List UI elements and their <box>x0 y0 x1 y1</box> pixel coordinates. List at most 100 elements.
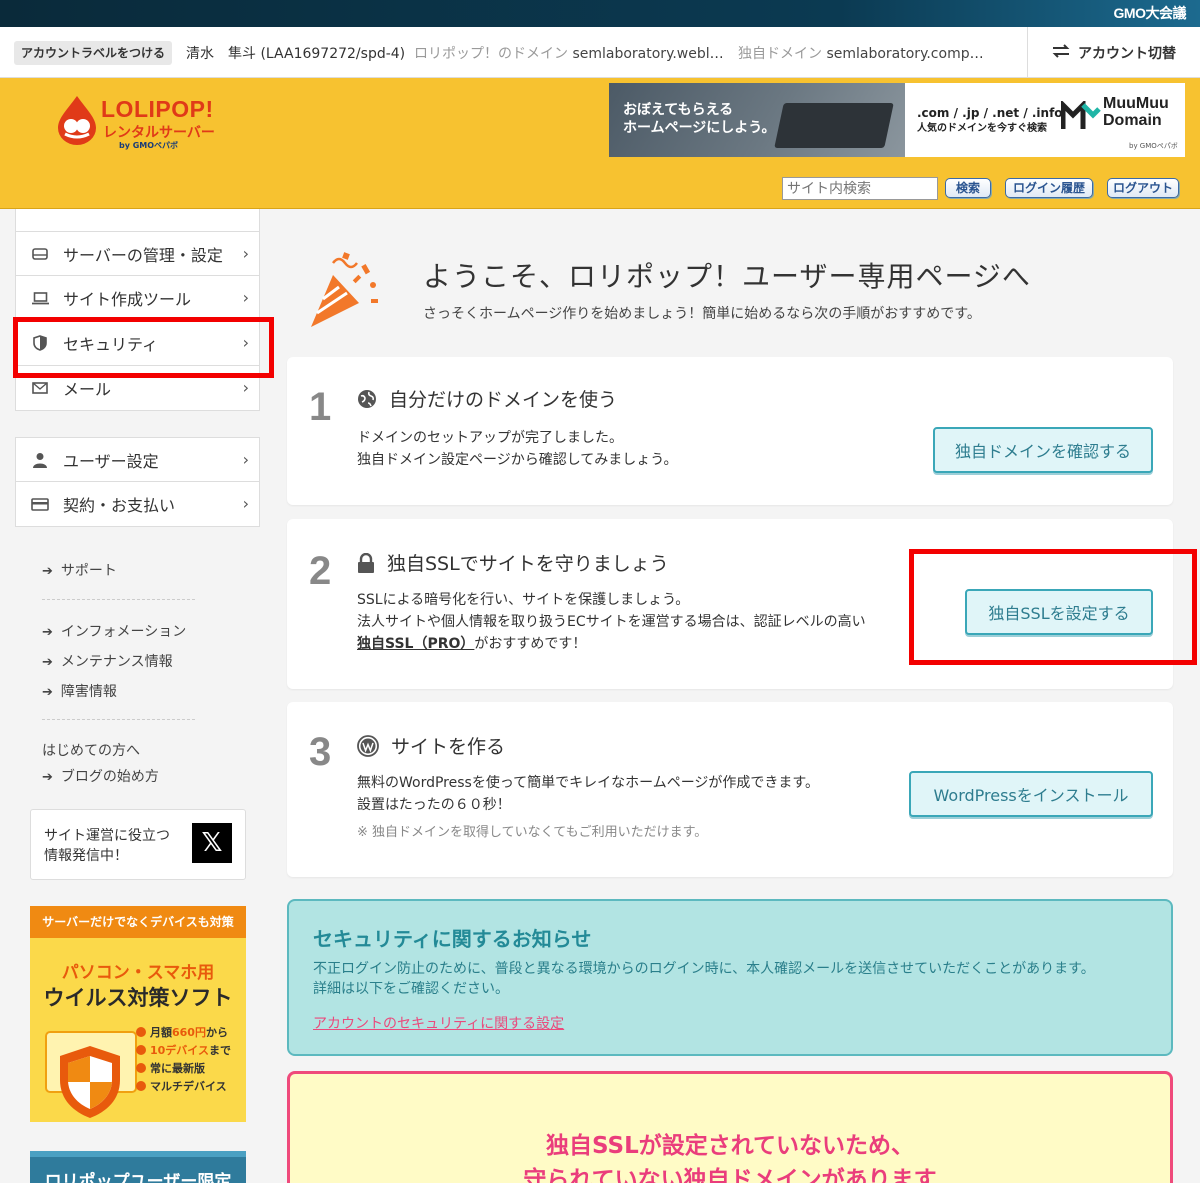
search-button[interactable]: 検索 <box>945 178 991 198</box>
party-popper-icon <box>311 252 378 327</box>
ad-top-text: サーバーだけでなくデバイスも対策 <box>30 906 246 938</box>
step-number: 1 <box>309 385 332 429</box>
laptop-icon <box>31 289 49 307</box>
x-follow-box[interactable]: サイト運営に役立つ 情報発信中！ 𝕏 <box>30 809 246 880</box>
site-search-input[interactable] <box>782 177 938 200</box>
step-title-text: 自分だけのドメインを使う <box>389 389 618 411</box>
install-wordpress-label: WordPressをインストール <box>933 786 1129 805</box>
user-icon <box>31 451 49 469</box>
chevron-right-icon: › <box>242 333 249 352</box>
account-name: 清水 隼斗 (LAA1697272/spd-4) <box>186 46 406 62</box>
search-button-label: 検索 <box>955 181 980 195</box>
sidebar-item-security[interactable]: セキュリティ › <box>15 321 260 366</box>
banner-photo-text: おぼえてもらえる ホームページにしよう。 <box>623 102 776 136</box>
sidebar-item-mail[interactable]: メール › <box>15 366 260 411</box>
arrow-right-icon: ➔ <box>42 564 53 579</box>
step-number: 3 <box>309 730 332 774</box>
lolipop-drop-icon <box>58 96 96 145</box>
arrow-right-icon: ➔ <box>42 770 53 785</box>
lolipop-user-ad-banner[interactable]: ロリポップユーザー限定 <box>30 1151 246 1183</box>
sidebar-link-blog[interactable]: ➔ ブログの始め方 <box>42 766 159 786</box>
chevron-right-icon: › <box>242 378 249 397</box>
wordpress-icon <box>357 734 379 757</box>
own-domain-value: semlaboratory.compa… <box>826 46 988 62</box>
step-title-text: 独自SSLでサイトを守りましょう <box>387 553 669 575</box>
sidebar-link-maintenance[interactable]: ➔ メンテナンス情報 <box>42 651 173 671</box>
sidebar-item-server[interactable]: サーバーの管理・設定 › <box>15 231 260 276</box>
chevron-right-icon: › <box>242 494 249 513</box>
sidebar-item-label: サイト作成ツール <box>63 290 192 309</box>
sidebar-item-billing[interactable]: 契約・お支払い › <box>15 482 260 527</box>
sidebar-divider <box>42 719 195 720</box>
step-number: 2 <box>309 549 332 593</box>
gmo-top-bar: GMO大会議 <box>0 0 1200 27</box>
header: LOLIPOP! レンタルサーバー by GMOペパボ おぼえてもらえる ホーム… <box>0 78 1200 209</box>
banner-mid-text: .com / .jp / .net / .info 人気のドメインを今すぐ検索 <box>917 106 1063 134</box>
own-domain: 独自ドメイン semlaboratory.compa… <box>738 43 988 63</box>
switch-arrows-icon <box>1052 43 1070 62</box>
x-logo-icon: 𝕏 <box>192 823 232 863</box>
sidebar-link-incidents[interactable]: ➔ 障害情報 <box>42 681 117 701</box>
sidebar-item-label: サーバーの管理・設定 <box>63 245 223 265</box>
account-switch-label: アカウント切替 <box>1078 45 1176 62</box>
muumuu-domain-banner[interactable]: おぼえてもらえる ホームページにしよう。 .com / .jp / .net /… <box>609 83 1185 157</box>
sidebar-item-label: メール <box>63 380 112 399</box>
step-note: ※ 独自ドメインを取得していなくてもご利用いただけます。 <box>357 825 708 840</box>
page-subtitle: さっそくホームページ作りを始めましょう！簡単に始めるなら次の手順がおすすめです。 <box>423 306 981 322</box>
muumuu-brand-text: MuuMuu Domain <box>1103 95 1169 129</box>
ssl-warning-line2: 守られていない独自ドメインがあります <box>523 1167 937 1183</box>
logo-sub-text: レンタルサーバー <box>103 125 215 141</box>
antivirus-ad-banner[interactable]: サーバーだけでなくデバイスも対策 パソコン・スマホ用 ウイルス対策ソフト 月額6… <box>30 906 246 1122</box>
ssl-warning-box: 独自SSLが設定されていないため、 守られていない独自ドメインがあります <box>287 1071 1173 1183</box>
set-ssl-button[interactable]: 独自SSLを設定する <box>965 589 1153 635</box>
logout-button[interactable]: ログアウト <box>1107 178 1179 198</box>
chevron-right-icon: › <box>242 450 249 469</box>
ssl-pro-link[interactable]: 独自SSL（PRO） <box>357 636 474 652</box>
logo-main-text: LOLIPOP! <box>101 96 214 122</box>
arrow-right-icon: ➔ <box>42 655 53 670</box>
server-icon <box>31 245 49 263</box>
account-label-button[interactable]: アカウントラベルをつける <box>14 41 173 65</box>
lock-icon <box>358 552 374 573</box>
security-notice-text: 不正ログイン防止のために、普段と異なる環境からのログイン時に、本人確認メールを送… <box>313 961 1095 997</box>
login-history-label: ログイン履歴 <box>1012 181 1085 195</box>
page-title: ようこそ、ロリポップ！ユーザー専用ページへ <box>423 260 1031 293</box>
install-wordpress-button[interactable]: WordPressをインストール <box>909 771 1153 817</box>
muumuu-by-text: by GMOペパボ <box>1129 142 1178 150</box>
sidebar-link-information[interactable]: ➔ インフォメーション <box>42 621 186 641</box>
sidebar: サーバーの管理・設定 › サイト作成ツール › セキュリティ › メール › ユ… <box>0 209 274 1183</box>
sidebar-beginner-heading: はじめての方へ <box>42 743 140 759</box>
login-history-button[interactable]: ログイン履歴 <box>1005 178 1093 198</box>
mail-icon <box>31 379 49 397</box>
arrow-right-icon: ➔ <box>42 685 53 700</box>
globe-icon <box>358 389 376 408</box>
account-security-link[interactable]: アカウントのセキュリティに関する設定 <box>313 1013 564 1033</box>
sidebar-link-support[interactable]: ➔ サポート <box>42 560 117 580</box>
main-content: ようこそ、ロリポップ！ユーザー専用ページへ さっそくホームページ作りを始めましょ… <box>273 209 1200 1183</box>
step-title: サイトを作る <box>357 732 505 759</box>
sidebar-item-site-tools[interactable]: サイト作成ツール › <box>15 276 260 321</box>
logout-label: ログアウト <box>1112 181 1173 195</box>
antivirus-shield-icon <box>45 1031 137 1118</box>
step-card-3: 3 サイトを作る 無料のWordPressを使って簡単でキレイなホームページが作… <box>287 702 1173 877</box>
account-switch-button[interactable]: アカウント切替 <box>1027 27 1200 78</box>
logo-by-text: by GMOペパボ <box>119 141 179 150</box>
sidebar-item-user-settings[interactable]: ユーザー設定 › <box>15 437 260 482</box>
security-notice-heading: セキュリティに関するお知らせ <box>313 927 592 951</box>
lolipop-domain: ロリポップ！のドメイン semlaboratory.weblik… <box>414 43 724 63</box>
step-title: 自分だけのドメインを使う <box>357 385 617 412</box>
set-ssl-label: 独自SSLを設定する <box>988 604 1130 623</box>
sidebar-item-label: ユーザー設定 <box>63 451 159 471</box>
lolipop-logo[interactable]: LOLIPOP! レンタルサーバー by GMOペパボ <box>55 94 225 150</box>
security-notice: セキュリティに関するお知らせ 不正ログイン防止のために、普段と異なる環境からのロ… <box>287 899 1173 1056</box>
shield-icon <box>31 334 49 352</box>
confirm-domain-button[interactable]: 独自ドメインを確認する <box>933 427 1153 473</box>
step-title: 独自SSLでサイトを守りましょう <box>357 549 669 576</box>
sidebar-item-label: セキュリティ <box>63 335 159 354</box>
gmo-logo[interactable]: GMO大会議 <box>1114 3 1187 23</box>
step-description: SSLによる暗号化を行い、サイトを保護しましょう。 法人サイトや個人情報を取り扱… <box>357 592 866 652</box>
x-box-text: サイト運営に役立つ 情報発信中！ <box>44 828 170 864</box>
chevron-right-icon: › <box>242 244 249 263</box>
chevron-right-icon: › <box>242 288 249 307</box>
sidebar-divider <box>42 599 195 600</box>
